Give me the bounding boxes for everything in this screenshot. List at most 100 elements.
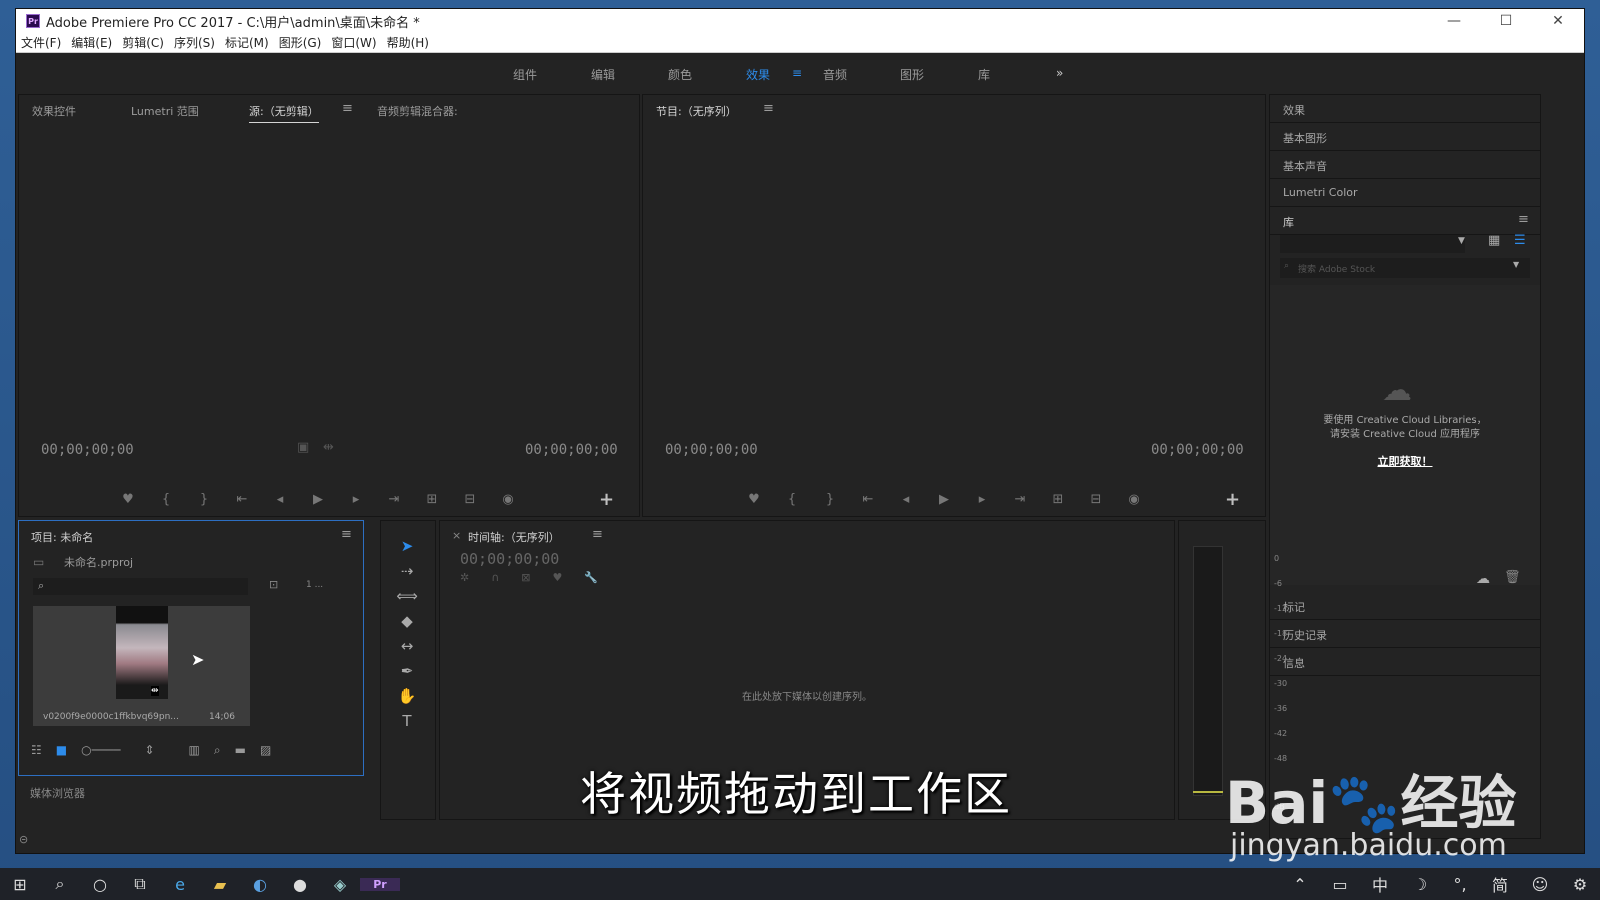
media-browser-tab[interactable]: 媒体浏览器 [30,785,85,801]
source-panel-menu-icon[interactable]: ≡ [342,101,353,116]
chevron-down-icon[interactable]: ▼ [1513,260,1519,269]
chevron-down-icon[interactable]: ▼ [1458,236,1465,246]
find-icon[interactable]: ⌕ [214,743,221,758]
icon-view-icon[interactable]: ■ [56,743,67,758]
project-panel-menu-icon[interactable]: ≡ [341,527,352,542]
button-editor-icon[interactable]: + [599,489,614,510]
export-frame-icon[interactable]: ◉ [489,492,527,507]
add-marker-icon[interactable]: ♥ [553,571,563,584]
panel-markers[interactable]: 标记 [1270,592,1540,620]
selection-tool-icon[interactable]: ➤ [393,537,421,562]
project-search-input[interactable] [33,578,248,595]
new-item-icon[interactable]: ▨ [260,743,271,758]
timeline-timecode[interactable]: 00;00;00;00 [460,550,559,568]
clip-thumbnail-card[interactable]: ⇹ ➤ v0200f9e0000c1ffkbvq69pn... 14;06 [33,606,250,726]
close-button[interactable]: ✕ [1532,13,1584,29]
panel-lumetri-color[interactable]: Lumetri Color [1270,179,1540,207]
tab-audio-clip-mixer[interactable]: 音频剪辑混合器: [377,103,458,119]
ime-simplified[interactable]: 简 [1480,872,1520,896]
panel-essential-sound[interactable]: 基本声音 [1270,151,1540,179]
workspace-menu-icon[interactable]: ≡ [792,66,802,80]
task-view-icon[interactable]: ⧉ [120,874,160,894]
project-panel-title[interactable]: 项目: 未命名 [31,529,93,545]
punctuation-icon[interactable]: °, [1440,875,1480,894]
export-frame-icon[interactable]: ◉ [1115,492,1153,507]
linked-selection-icon[interactable]: ⊠ [521,571,530,584]
timeline-tab[interactable]: 时间轴:（无序列） [468,529,560,545]
go-to-out-icon[interactable]: ⇥ [1001,492,1039,507]
app-icon[interactable]: ◐ [240,875,280,894]
cortana-icon[interactable]: ○ [80,875,120,894]
workspace-tab-color[interactable]: 颜色 [668,66,692,83]
insert-icon[interactable]: ⊞ [413,492,451,507]
list-view-icon[interactable]: ☷ [31,743,42,758]
ripple-edit-tool-icon[interactable]: ⟺ [393,587,421,612]
tab-effect-controls[interactable]: 效果控件 [32,103,76,119]
libraries-menu-icon[interactable]: ≡ [1518,212,1529,227]
stock-search-input[interactable]: 搜索 Adobe Stock [1280,258,1530,278]
trash-icon[interactable]: 🗑 [1504,570,1521,585]
panel-effects[interactable]: 效果 [1270,95,1540,123]
add-marker-icon[interactable]: ♥ [109,492,147,507]
program-panel-menu-icon[interactable]: ≡ [763,101,774,116]
hand-tool-icon[interactable]: ✋ [393,687,421,712]
workspace-tab-effects[interactable]: 效果 [746,66,770,83]
emoji-icon[interactable]: ☺ [1520,875,1560,894]
fit-dropdown-icon[interactable]: ▣ [297,440,309,455]
get-cc-link[interactable]: 立即获取！ [1270,453,1540,469]
app-icon[interactable]: ◈ [320,875,360,894]
new-search-bin-icon[interactable]: ⊡ [269,578,278,591]
go-to-in-icon[interactable]: ⇤ [223,492,261,507]
sort-icon[interactable]: ⇕ [144,743,154,758]
new-bin-icon[interactable]: ▬ [235,743,246,758]
mark-out-icon[interactable]: } [185,492,223,507]
wrench-icon[interactable]: 🔧 [584,571,598,584]
automate-to-sequence-icon[interactable]: ▥ [189,743,200,758]
timeline-close-icon[interactable]: × [452,529,461,542]
step-forward-icon[interactable]: ▸ [963,492,1001,507]
windows-start-icon[interactable]: ⊞ [0,875,40,894]
source-playhead-timecode[interactable]: 00;00;00;00 [41,442,134,458]
gear-icon[interactable]: ⚙ [1560,875,1600,894]
razor-tool-icon[interactable]: ◆ [393,612,421,637]
network-icon[interactable]: ▭ [1320,875,1360,894]
workspace-tab-graphics[interactable]: 图形 [900,66,924,83]
tab-lumetri-scopes[interactable]: Lumetri 范围 [131,103,199,119]
menu-file[interactable]: 文件(F) [21,34,61,51]
menu-graphics[interactable]: 图形(G) [279,34,322,51]
pen-tool-icon[interactable]: ✒ [393,662,421,687]
timeline-menu-icon[interactable]: ≡ [592,527,603,542]
play-icon[interactable]: ▶ [925,492,963,507]
workspace-tab-libraries[interactable]: 库 [978,66,990,83]
minimize-button[interactable]: — [1428,13,1480,29]
play-icon[interactable]: ▶ [299,492,337,507]
mark-out-icon[interactable]: } [811,492,849,507]
extract-icon[interactable]: ⊟ [1077,492,1115,507]
mark-in-icon[interactable]: { [773,492,811,507]
menu-sequence[interactable]: 序列(S) [174,34,215,51]
step-back-icon[interactable]: ◂ [261,492,299,507]
panel-essential-graphics[interactable]: 基本图形 [1270,123,1540,151]
workspace-tab-editing[interactable]: 编辑 [591,66,615,83]
cloud-sync-icon[interactable]: ☁ [1476,571,1490,587]
workspace-tab-assembly[interactable]: 组件 [513,66,537,83]
zoom-slider[interactable]: ○──── [81,743,120,758]
tab-source[interactable]: 源:（无剪辑） [249,103,319,123]
button-editor-icon[interactable]: + [1225,489,1240,510]
menu-marker[interactable]: 标记(M) [225,34,269,51]
menu-help[interactable]: 帮助(H) [387,34,429,51]
panel-libraries-title[interactable]: 库 [1270,207,1540,235]
qq-icon[interactable]: ● [280,875,320,894]
panel-history[interactable]: 历史记录 [1270,620,1540,648]
menu-window[interactable]: 窗口(W) [331,34,376,51]
panel-info[interactable]: 信息 [1270,648,1540,676]
go-to-in-icon[interactable]: ⇤ [849,492,887,507]
list-view-icon[interactable]: ☰ [1514,233,1526,248]
moon-icon[interactable]: ☽ [1400,875,1440,894]
menu-edit[interactable]: 编辑(E) [71,34,112,51]
step-forward-icon[interactable]: ▸ [337,492,375,507]
snap-icon[interactable]: ∩ [491,571,499,584]
menu-clip[interactable]: 剪辑(C) [122,34,164,51]
tab-program[interactable]: 节目:（无序列） [656,103,737,122]
track-select-tool-icon[interactable]: ⇢ [393,562,421,587]
